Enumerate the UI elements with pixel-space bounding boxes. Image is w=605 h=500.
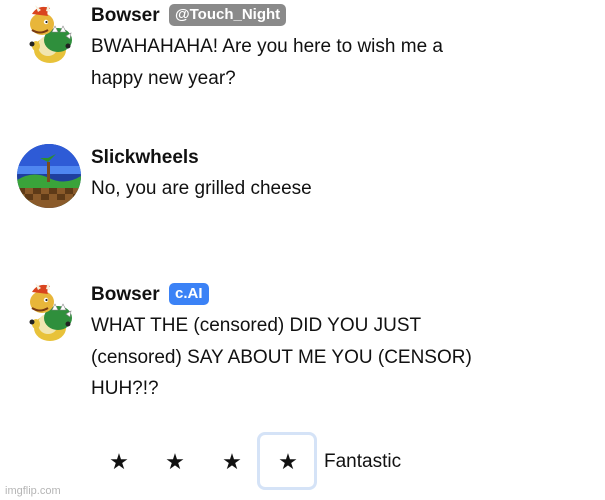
star-icon[interactable]: ★ (163, 449, 187, 475)
watermark: imgflip.com (5, 485, 61, 497)
rating-label: Fantastic (324, 451, 402, 472)
star-icon[interactable]: ★ (276, 449, 300, 475)
green-hill-avatar-icon[interactable] (17, 144, 81, 208)
bowser-avatar-icon[interactable] (18, 2, 82, 66)
ai-badge: c.AI (169, 283, 209, 305)
message-text: BWAHAHAHA! Are you here to wish me a hap… (91, 36, 443, 89)
message-author[interactable]: Bowser (91, 5, 160, 27)
bowser-avatar-icon[interactable] (18, 280, 82, 344)
message-text: No, you are grilled cheese (91, 178, 312, 199)
user-handle-badge: @Touch_Night (169, 4, 287, 26)
message-author[interactable]: Slickwheels (91, 147, 199, 169)
message-author[interactable]: Bowser (91, 284, 160, 306)
star-rating: ★ ★ ★ ★ Fantastic (0, 430, 605, 490)
star-icon[interactable]: ★ (220, 449, 244, 475)
star-icon[interactable]: ★ (107, 449, 131, 475)
message-text: WHAT THE (censored) DID YOU JUST (censor… (91, 315, 472, 399)
